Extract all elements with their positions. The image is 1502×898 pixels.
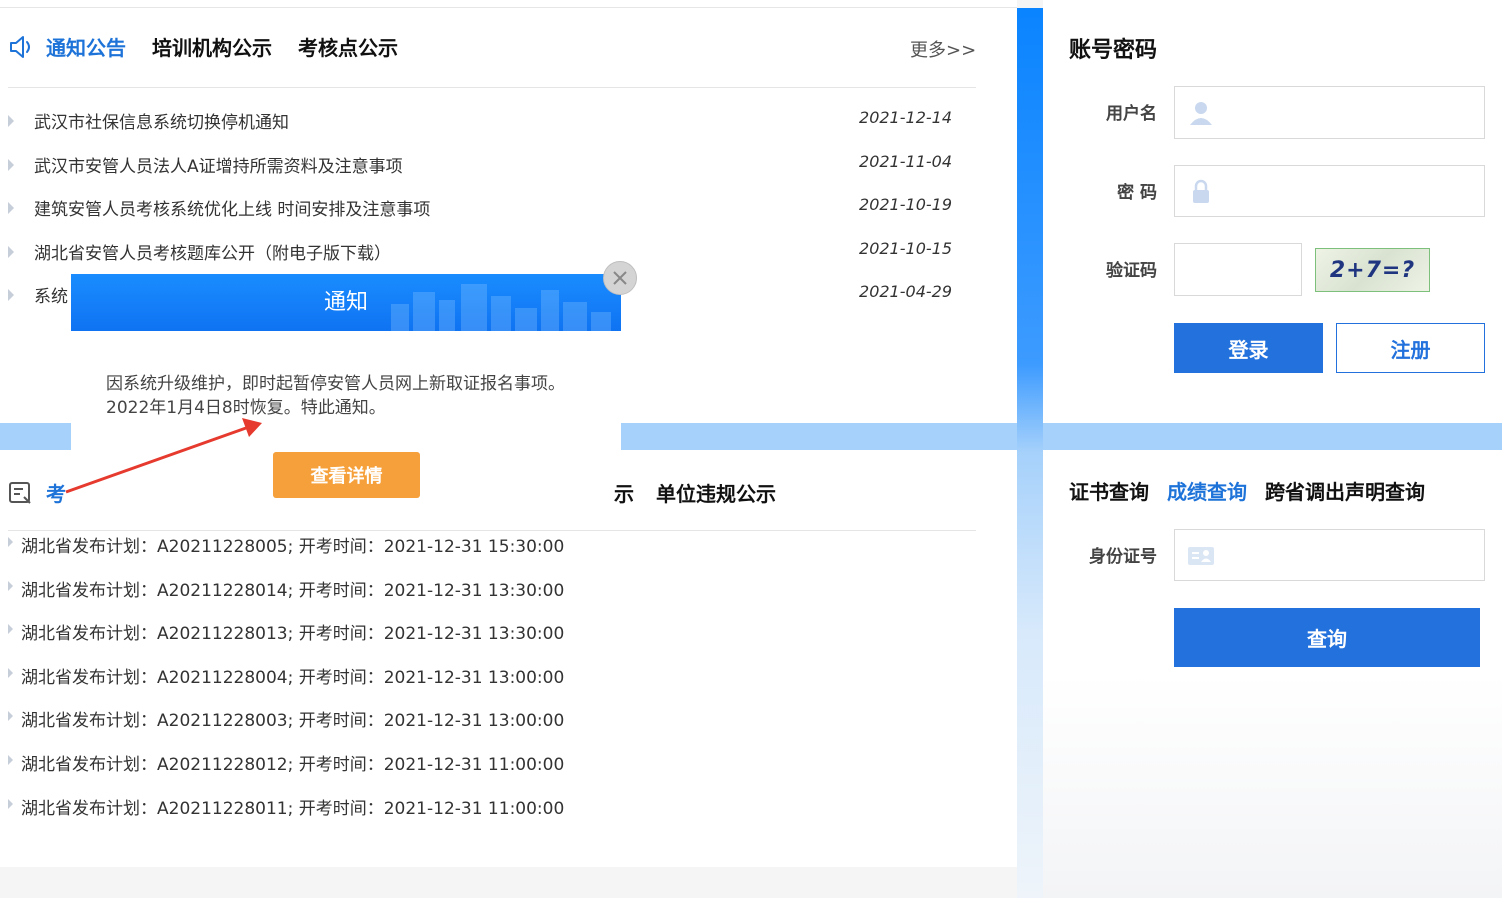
exam-tabs-right: 示 单位违规公示 bbox=[614, 478, 798, 507]
notice-title[interactable]: 建筑安管人员考核系统优化上线 时间安排及注意事项 bbox=[34, 195, 430, 220]
login-button[interactable]: 登录 bbox=[1174, 323, 1323, 373]
list-item[interactable]: 建筑安管人员考核系统优化上线 时间安排及注意事项 2021-10-19 bbox=[8, 193, 958, 237]
captcha-label: 验证码 bbox=[1106, 261, 1157, 281]
modal-header: 通知 bbox=[71, 274, 621, 331]
id-card-icon bbox=[1188, 547, 1214, 565]
bullet-icon bbox=[8, 158, 14, 171]
notice-title[interactable]: 系统 bbox=[34, 282, 68, 307]
list-item[interactable]: 湖北省发布计划：A20211228014; 开考时间：2021-12-31 13… bbox=[8, 576, 608, 620]
notice-tabs: 通知公告 培训机构公示 考核点公示 bbox=[8, 32, 424, 61]
close-button[interactable] bbox=[603, 261, 637, 295]
tab-certificate-query[interactable]: 证书查询 bbox=[1069, 476, 1149, 505]
exam-tabs: 考 bbox=[8, 478, 92, 507]
tab-unit-violations[interactable]: 单位违规公示 bbox=[656, 478, 776, 507]
tab-transfer-query[interactable]: 跨省调出声明查询 bbox=[1265, 476, 1425, 505]
speaker-icon bbox=[10, 35, 30, 58]
bullet-icon bbox=[8, 115, 14, 127]
query-tabs: 证书查询 成绩查询 跨省调出声明查询 bbox=[1069, 476, 1443, 505]
close-icon bbox=[613, 271, 627, 285]
bullet-icon bbox=[8, 245, 14, 258]
bullet-icon bbox=[8, 667, 13, 678]
captcha-image[interactable]: 2+7=? bbox=[1315, 248, 1430, 292]
tab-exam-sites[interactable]: 考核点公示 bbox=[298, 32, 398, 61]
bullet-icon bbox=[8, 798, 13, 809]
list-item[interactable]: 湖北省发布计划：A20211228012; 开考时间：2021-12-31 11… bbox=[8, 750, 608, 794]
exam-item-text[interactable]: 湖北省发布计划：A20211228011; 开考时间：2021-12-31 11… bbox=[21, 794, 564, 819]
bullet-icon bbox=[8, 537, 13, 547]
login-title: 账号密码 bbox=[1069, 38, 1158, 63]
exam-item-text[interactable]: 湖北省发布计划：A20211228004; 开考时间：2021-12-31 13… bbox=[21, 663, 564, 688]
list-item[interactable]: 湖北省发布计划：A20211228003; 开考时间：2021-12-31 13… bbox=[8, 706, 608, 750]
exam-item-text[interactable]: 湖北省发布计划：A20211228012; 开考时间：2021-12-31 11… bbox=[21, 750, 564, 775]
notice-modal: 通知 bbox=[71, 274, 621, 450]
document-icon bbox=[9, 481, 31, 504]
password-label: 密 码 bbox=[1117, 183, 1157, 203]
notice-date: 2021-04-29 bbox=[859, 282, 952, 302]
notice-date: 2021-10-15 bbox=[859, 238, 952, 258]
notice-title[interactable]: 武汉市安管人员法人A证增持所需资料及注意事项 bbox=[34, 152, 403, 177]
notice-divider bbox=[8, 87, 976, 88]
notice-title[interactable]: 湖北省安管人员考核题库公开（附电子版下载） bbox=[34, 239, 391, 264]
tab-notices[interactable]: 通知公告 bbox=[46, 32, 126, 61]
username-input[interactable] bbox=[1223, 87, 1480, 140]
bullet-icon bbox=[8, 289, 14, 302]
modal-title: 通知 bbox=[323, 290, 368, 315]
tab-partial[interactable]: 示 bbox=[614, 478, 634, 507]
query-panel bbox=[1043, 450, 1502, 898]
notice-date: 2021-12-14 bbox=[859, 108, 952, 127]
password-input[interactable] bbox=[1223, 166, 1480, 218]
view-details-button[interactable]: 查看详情 bbox=[273, 452, 420, 498]
list-item[interactable]: 武汉市社保信息系统切换停机通知 2021-12-14 bbox=[8, 106, 958, 150]
bullet-icon bbox=[8, 711, 13, 722]
tab-score-query[interactable]: 成绩查询 bbox=[1167, 476, 1247, 505]
tab-exam-plans[interactable]: 考 bbox=[46, 478, 66, 507]
exam-item-text[interactable]: 湖北省发布计划：A20211228014; 开考时间：2021-12-31 13… bbox=[21, 576, 564, 601]
modal-body: 因系统升级维护，即时起暂停安管人员网上新取证报名事项。2022年1月4日8时恢复… bbox=[106, 374, 565, 418]
exam-divider bbox=[8, 530, 976, 531]
user-icon bbox=[1190, 102, 1212, 125]
list-item[interactable]: 湖北省发布计划：A20211228004; 开考时间：2021-12-31 13… bbox=[8, 663, 608, 707]
tab-training-institutions[interactable]: 培训机构公示 bbox=[152, 32, 272, 61]
query-button[interactable]: 查询 bbox=[1174, 608, 1480, 667]
list-item[interactable]: 湖北省发布计划：A20211228005; 开考时间：2021-12-31 15… bbox=[8, 532, 608, 576]
more-link[interactable]: 更多>> bbox=[910, 36, 976, 62]
captcha-input[interactable] bbox=[1183, 244, 1297, 297]
bullet-icon bbox=[8, 754, 13, 765]
id-number-field[interactable] bbox=[1174, 529, 1485, 582]
lock-icon bbox=[1193, 179, 1209, 203]
register-button[interactable]: 注册 bbox=[1336, 323, 1485, 373]
vertical-band bbox=[1017, 8, 1043, 898]
exam-item-text[interactable]: 湖北省发布计划：A20211228013; 开考时间：2021-12-31 13… bbox=[21, 619, 564, 644]
bullet-icon bbox=[8, 580, 13, 591]
exam-item-text[interactable]: 湖北省发布计划：A20211228005; 开考时间：2021-12-31 15… bbox=[21, 532, 564, 557]
exam-item-text[interactable]: 湖北省发布计划：A20211228003; 开考时间：2021-12-31 13… bbox=[21, 706, 564, 731]
id-number-label: 身份证号 bbox=[1089, 547, 1157, 567]
captcha-field[interactable] bbox=[1174, 243, 1302, 297]
notice-title[interactable]: 武汉市社保信息系统切换停机通知 bbox=[34, 108, 289, 133]
exam-list: 湖北省发布计划：A20211228005; 开考时间：2021-12-31 15… bbox=[8, 532, 608, 837]
bullet-icon bbox=[8, 202, 14, 215]
username-field[interactable] bbox=[1174, 86, 1485, 140]
id-number-input[interactable] bbox=[1223, 530, 1480, 582]
username-label: 用户名 bbox=[1106, 104, 1157, 124]
bullet-icon bbox=[8, 624, 13, 635]
top-divider bbox=[0, 0, 1017, 8]
list-item[interactable]: 武汉市安管人员法人A证增持所需资料及注意事项 2021-11-04 bbox=[8, 150, 958, 194]
password-field[interactable] bbox=[1174, 165, 1485, 218]
notice-date: 2021-11-04 bbox=[859, 151, 952, 171]
list-item[interactable]: 湖北省发布计划：A20211228013; 开考时间：2021-12-31 13… bbox=[8, 619, 608, 663]
notice-date: 2021-10-19 bbox=[859, 195, 952, 215]
list-item[interactable]: 湖北省发布计划：A20211228011; 开考时间：2021-12-31 11… bbox=[8, 794, 608, 838]
